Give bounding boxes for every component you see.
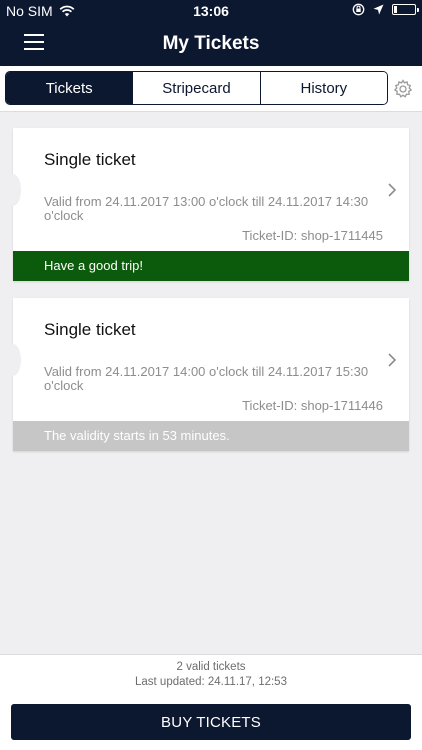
navigation-bar: My Tickets <box>0 22 422 66</box>
ticket-status-bar: Have a good trip! <box>13 251 409 281</box>
ticket-validity: Valid from 24.11.2017 13:00 o'clock till… <box>44 194 369 223</box>
location-arrow-icon <box>373 4 384 15</box>
ticket-title: Single ticket <box>44 320 136 339</box>
chevron-right-icon <box>388 183 397 197</box>
chevron-right-icon <box>388 353 397 367</box>
battery-level <box>394 6 397 13</box>
status-right <box>352 3 419 16</box>
ticket-notch <box>5 344 21 376</box>
battery-icon <box>392 4 419 15</box>
page-title: My Tickets <box>162 33 260 54</box>
ticket-status-bar: The validity starts in 53 minutes. <box>13 421 409 451</box>
ticket-status-text: Have a good trip! <box>44 258 144 273</box>
ticket-card[interactable]: Single ticket Valid from 24.11.2017 14:0… <box>5 298 409 451</box>
segmented-control: Tickets Stripecard History <box>5 71 388 105</box>
orientation-lock-icon <box>352 3 365 16</box>
buy-area: BUY TICKETS <box>0 696 422 750</box>
ticket-summary: 2 valid tickets Last updated: 24.11.17, … <box>0 654 422 696</box>
ticket-title: Single ticket <box>44 150 136 169</box>
ticket-status-text: The validity starts in 53 minutes. <box>44 428 230 443</box>
buy-tickets-button[interactable]: BUY TICKETS <box>11 704 411 740</box>
tab-bar: Tickets Stripecard History <box>0 66 422 112</box>
tab-stripecard[interactable]: Stripecard <box>132 72 260 104</box>
ticket-card[interactable]: Single ticket Valid from 24.11.2017 13:0… <box>5 128 409 281</box>
status-bar: No SIM 13:06 <box>0 0 422 22</box>
ticket-id: Ticket-ID: shop-1711445 <box>242 228 383 243</box>
ticket-id: Ticket-ID: shop-1711446 <box>242 398 383 413</box>
tab-history[interactable]: History <box>259 72 387 104</box>
valid-ticket-count: 2 valid tickets <box>176 661 246 673</box>
tab-tickets[interactable]: Tickets <box>6 72 133 104</box>
gear-icon[interactable] <box>393 79 413 99</box>
ticket-notch <box>5 174 21 206</box>
last-updated: Last updated: 24.11.17, 12:53 <box>135 676 287 688</box>
ticket-validity: Valid from 24.11.2017 14:00 o'clock till… <box>44 364 369 393</box>
